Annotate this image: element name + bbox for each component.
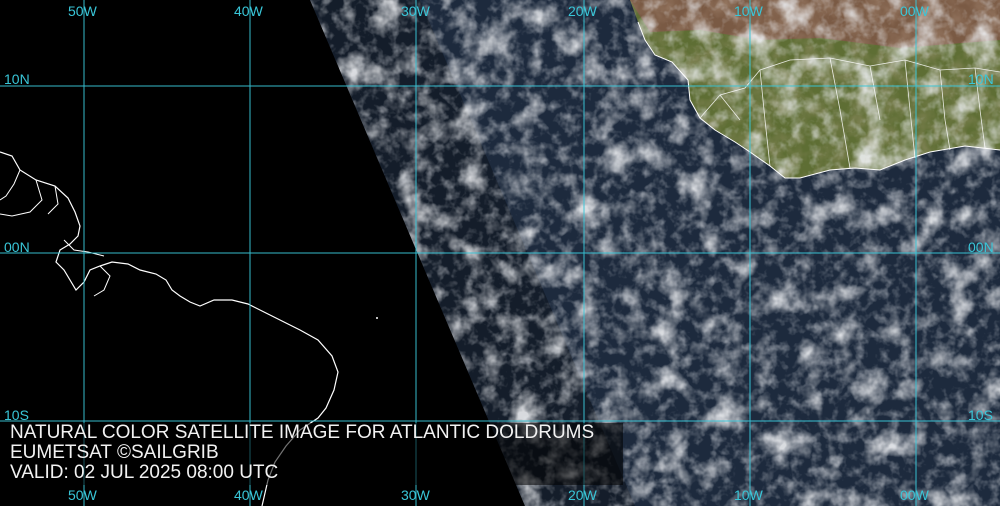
lon-label-bottom: 50W <box>68 487 97 503</box>
lon-label-bottom: 40W <box>234 487 263 503</box>
lat-label-right: 10S <box>968 407 993 423</box>
lat-label-right: 10N <box>968 71 994 87</box>
lon-label-top: 50W <box>68 3 97 19</box>
lon-label-bottom: 00W <box>900 487 929 503</box>
caption-box: NATURAL COLOR SATELLITE IMAGE FOR ATLANT… <box>6 423 623 485</box>
lon-label-bottom: 20W <box>568 487 597 503</box>
lon-label-top: 20W <box>568 3 597 19</box>
lon-label-top: 10W <box>734 3 763 19</box>
lat-label-left: 10N <box>4 71 30 87</box>
caption-valid-time: VALID: 02 JUL 2025 08:00 UTC <box>10 462 279 483</box>
lon-label-top: 30W <box>401 3 430 19</box>
lat-label-left: 00N <box>4 239 30 255</box>
lon-label-top: 00W <box>900 3 929 19</box>
lon-label-bottom: 10W <box>734 487 763 503</box>
lat-label-right: 00N <box>968 239 994 255</box>
lon-label-top: 40W <box>234 3 263 19</box>
satellite-map: 50W 40W 30W 20W 10W 00W 50W 40W 30W 20W … <box>0 0 1000 506</box>
caption-source: EUMETSAT ©SAILGRIB <box>10 442 219 463</box>
caption-title: NATURAL COLOR SATELLITE IMAGE FOR ATLANT… <box>10 422 595 443</box>
lon-label-bottom: 30W <box>401 487 430 503</box>
lat-label-left: 10S <box>4 407 29 423</box>
